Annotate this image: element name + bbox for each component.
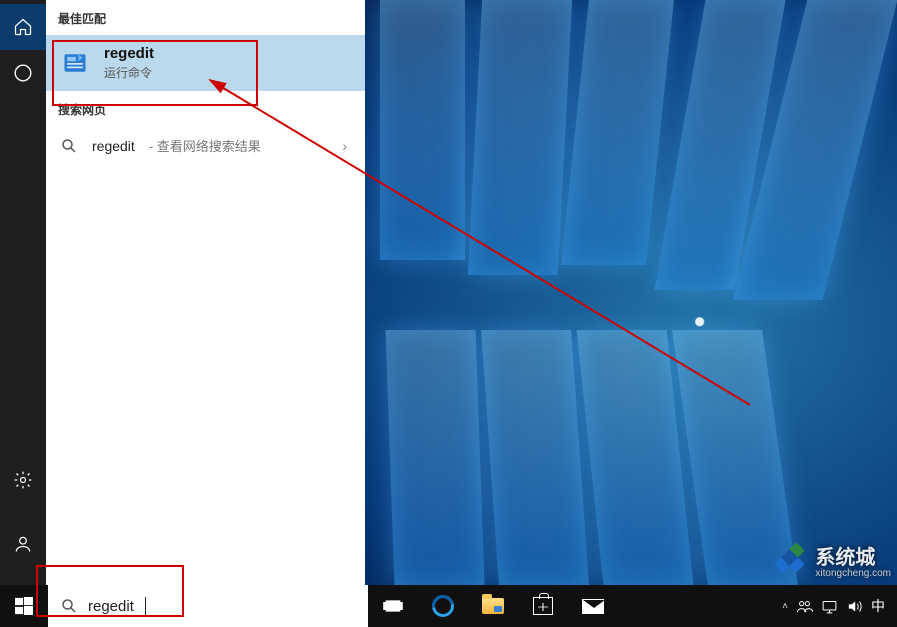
watermark-sub: xitongcheng.com (815, 568, 891, 579)
store-button[interactable] (518, 597, 568, 615)
cortana-home-button[interactable] (0, 4, 46, 50)
cortana-settings-button[interactable] (0, 457, 46, 503)
regedit-icon (60, 48, 90, 78)
people-icon[interactable] (796, 598, 813, 615)
store-icon (533, 597, 553, 615)
tray-overflow-button[interactable]: ˄ (782, 601, 788, 612)
watermark-logo-icon (775, 543, 809, 577)
search-results-panel: 最佳匹配 regedit 运行命令 搜索网页 regedit - 查看网络搜索结… (46, 0, 365, 585)
system-tray: ˄ 中 (770, 585, 897, 627)
gear-icon (13, 470, 33, 490)
best-match-header: 最佳匹配 (46, 0, 365, 35)
result-title: regedit (104, 45, 154, 62)
volume-icon[interactable] (846, 598, 863, 615)
edge-icon (432, 595, 454, 617)
result-web-search[interactable]: regedit - 查看网络搜索结果 › (46, 126, 365, 165)
feedback-icon (13, 534, 33, 554)
home-icon (13, 17, 33, 37)
watermark: 系统城 xitongcheng.com (775, 541, 891, 579)
watermark-text: 系统城 (815, 547, 875, 569)
cortana-sidebar (0, 0, 46, 585)
taskview-icon (383, 596, 403, 616)
mail-icon (582, 599, 604, 614)
taskbar: regedit ˄ 中 (0, 585, 897, 627)
text-caret (145, 597, 146, 615)
result-subtitle: 运行命令 (104, 64, 154, 81)
cortana-circle-button[interactable] (0, 50, 46, 96)
windows-icon (15, 597, 33, 615)
search-input[interactable]: regedit (88, 598, 134, 615)
search-icon (60, 137, 78, 155)
folder-icon (482, 598, 504, 614)
network-icon[interactable] (821, 598, 838, 615)
web-query: regedit (92, 138, 135, 154)
edge-button[interactable] (418, 595, 468, 617)
search-icon (60, 597, 78, 615)
taskview-button[interactable] (368, 596, 418, 616)
cortana-icon (12, 62, 34, 84)
web-header: 搜索网页 (46, 91, 365, 126)
mail-button[interactable] (568, 599, 618, 614)
start-button[interactable] (0, 585, 48, 627)
chevron-right-icon: › (342, 138, 351, 154)
taskbar-pinned-apps (368, 585, 618, 627)
result-regedit[interactable]: regedit 运行命令 (46, 35, 365, 91)
file-explorer-button[interactable] (468, 598, 518, 614)
ime-indicator[interactable]: 中 (871, 596, 885, 616)
taskbar-search-box[interactable]: regedit (48, 585, 368, 627)
web-suffix: - 查看网络搜索结果 (149, 136, 261, 155)
cortana-feedback-button[interactable] (0, 521, 46, 567)
